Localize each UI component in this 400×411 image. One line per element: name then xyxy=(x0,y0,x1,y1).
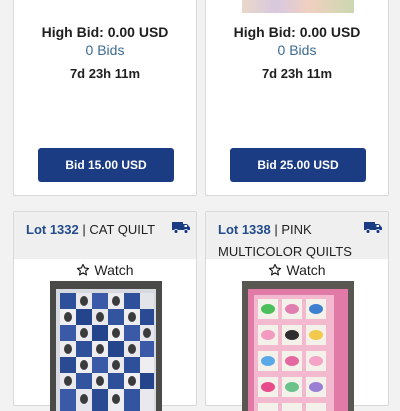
lot-number[interactable]: Lot 1332 xyxy=(26,222,79,237)
lot-title[interactable]: Lot 1338 | PINK MULTICOLOR QUILTS xyxy=(218,219,363,263)
lot-image[interactable] xyxy=(242,0,354,13)
star-outline-icon xyxy=(77,263,90,276)
watch-label: Watch xyxy=(94,262,134,278)
lot-header: Lot 1338 | PINK MULTICOLOR QUILTS xyxy=(206,212,388,259)
high-bid-text: High Bid: 0.00 USD xyxy=(233,24,361,40)
bid-count-link[interactable]: 0 Bids xyxy=(14,42,196,58)
watch-button[interactable]: Watch xyxy=(14,262,196,278)
time-remaining: 7d 23h 11m xyxy=(261,66,333,81)
lot-separator: | xyxy=(270,222,282,237)
lot-image[interactable] xyxy=(50,281,162,411)
watch-button[interactable]: Watch xyxy=(206,262,388,278)
lot-separator: | xyxy=(78,222,90,237)
lot-card: High Bid: 0.00 USD 0 Bids 7d 23h 11m Bid… xyxy=(13,0,197,196)
bid-count-link[interactable]: 0 Bids xyxy=(206,42,388,58)
watch-label: Watch xyxy=(286,262,326,278)
bid-button[interactable]: Bid 25.00 USD xyxy=(230,148,366,182)
lot-number[interactable]: Lot 1338 xyxy=(218,222,271,237)
lot-name[interactable]: CAT QUILT xyxy=(89,222,155,237)
time-remaining: 7d 23h 11m xyxy=(69,66,141,81)
lot-card: Lot 1338 | PINK MULTICOLOR QUILTS Watch xyxy=(205,211,389,411)
lot-card: Lot 1332 | CAT QUILT Watch xyxy=(13,211,197,411)
lot-card: High Bid: 0.00 USD 0 Bids 7d 23h 11m Bid… xyxy=(205,0,389,196)
bid-button[interactable]: Bid 15.00 USD xyxy=(38,148,174,182)
lot-title[interactable]: Lot 1332 | CAT QUILT xyxy=(26,219,171,241)
truck-icon xyxy=(172,222,190,234)
high-bid-text: High Bid: 0.00 USD xyxy=(41,24,169,40)
lot-header: Lot 1332 | CAT QUILT xyxy=(14,212,196,259)
star-outline-icon xyxy=(269,263,282,276)
truck-icon xyxy=(364,222,382,234)
lot-image[interactable] xyxy=(242,281,354,411)
